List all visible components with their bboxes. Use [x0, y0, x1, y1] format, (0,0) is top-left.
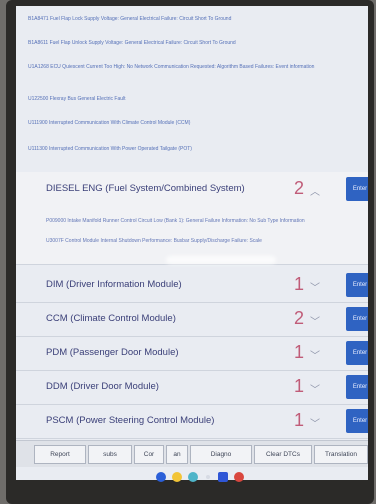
tablet-frame: B1A8471 Fuel Flap Lock Supply Voltage: G…: [6, 0, 374, 504]
enter-button[interactable]: Enter: [346, 307, 368, 331]
teal-app-icon[interactable]: [188, 472, 198, 482]
dtc-item[interactable]: U122500 Flexray Bus General Electric Fau…: [28, 96, 362, 103]
enter-button[interactable]: Enter: [346, 273, 368, 297]
chevron-down-icon[interactable]: ﹀: [310, 313, 320, 328]
dtc-item[interactable]: U111300 Interrupted Communication With P…: [28, 146, 362, 153]
chevron-down-icon[interactable]: ﹀: [310, 415, 320, 430]
blue-app-icon[interactable]: [156, 472, 166, 482]
dtc-count: 2: [294, 308, 305, 328]
dtc-item[interactable]: B1A8611 Fuel Flap Unlock Supply Voltage:…: [28, 40, 362, 47]
dtc-count: 1: [294, 376, 305, 396]
module-row-ddm[interactable]: DDM (Driver Door Module) 1 ﹀ Enter: [16, 370, 368, 405]
sub-dtc-item[interactable]: U3007F Control Module Internal Shutdown …: [46, 238, 348, 245]
translation-button[interactable]: Translation: [314, 445, 368, 464]
diagnose-button[interactable]: Diagno: [190, 445, 252, 464]
chevron-up-icon[interactable]: ︿: [310, 183, 320, 198]
dtc-count: 1: [294, 274, 305, 294]
screen-glare: [166, 256, 276, 264]
dtc-list: B1A8471 Fuel Flap Lock Supply Voltage: G…: [16, 6, 368, 176]
dtc-count: 1: [294, 410, 305, 430]
dtc-count: 1: [294, 342, 305, 362]
dtc-count: 2: [294, 178, 305, 198]
blue-square-icon[interactable]: [218, 472, 228, 482]
yellow-app-icon[interactable]: [172, 472, 182, 482]
sub-dtc-item[interactable]: P009000 Intake Manifold Runner Control C…: [46, 218, 348, 225]
chevron-down-icon[interactable]: ﹀: [310, 347, 320, 362]
module-label: CCM (Climate Control Module): [46, 313, 176, 324]
bottom-action-bar: Report subs Cor an Diagno Clear DTCs Tra…: [16, 440, 368, 467]
enter-button[interactable]: Enter: [346, 177, 368, 201]
chevron-down-icon[interactable]: ﹀: [310, 279, 320, 294]
enter-button[interactable]: Enter: [346, 375, 368, 399]
module-label: PSCM (Power Steering Control Module): [46, 415, 215, 426]
subs-button[interactable]: subs: [88, 445, 132, 464]
dtc-item[interactable]: U111900 Interrupted Communication With C…: [28, 120, 362, 127]
chevron-down-icon[interactable]: ﹀: [310, 381, 320, 396]
module-row-pdm[interactable]: PDM (Passenger Door Module) 1 ﹀ Enter: [16, 336, 368, 371]
report-button[interactable]: Report: [34, 445, 86, 464]
an-button[interactable]: an: [166, 445, 188, 464]
red-app-icon[interactable]: [234, 472, 244, 482]
module-row-dim[interactable]: DIM (Driver Information Module) 1 ﹀ Ente…: [16, 268, 368, 303]
cor-button[interactable]: Cor: [134, 445, 164, 464]
clear-dtcs-button[interactable]: Clear DTCs: [254, 445, 312, 464]
module-label: DDM (Driver Door Module): [46, 381, 159, 392]
module-row-diesel[interactable]: DIESEL ENG (Fuel System/Combined System)…: [16, 172, 368, 265]
taskbar: [156, 470, 306, 486]
enter-button[interactable]: Enter: [346, 409, 368, 433]
dtc-item[interactable]: B1A8471 Fuel Flap Lock Supply Voltage: G…: [28, 16, 362, 23]
dtc-item[interactable]: U1A1268 ECU Quiescent Current Too High: …: [28, 64, 362, 71]
dot-icon: [206, 475, 210, 479]
module-label: DIM (Driver Information Module): [46, 279, 182, 290]
module-label: DIESEL ENG (Fuel System/Combined System): [46, 183, 245, 194]
screen: B1A8471 Fuel Flap Lock Supply Voltage: G…: [16, 6, 368, 480]
module-label: PDM (Passenger Door Module): [46, 347, 179, 358]
module-row-ccm[interactable]: CCM (Climate Control Module) 2 ﹀ Enter: [16, 302, 368, 337]
module-row-pscm[interactable]: PSCM (Power Steering Control Module) 1 ﹀…: [16, 404, 368, 439]
enter-button[interactable]: Enter: [346, 341, 368, 365]
